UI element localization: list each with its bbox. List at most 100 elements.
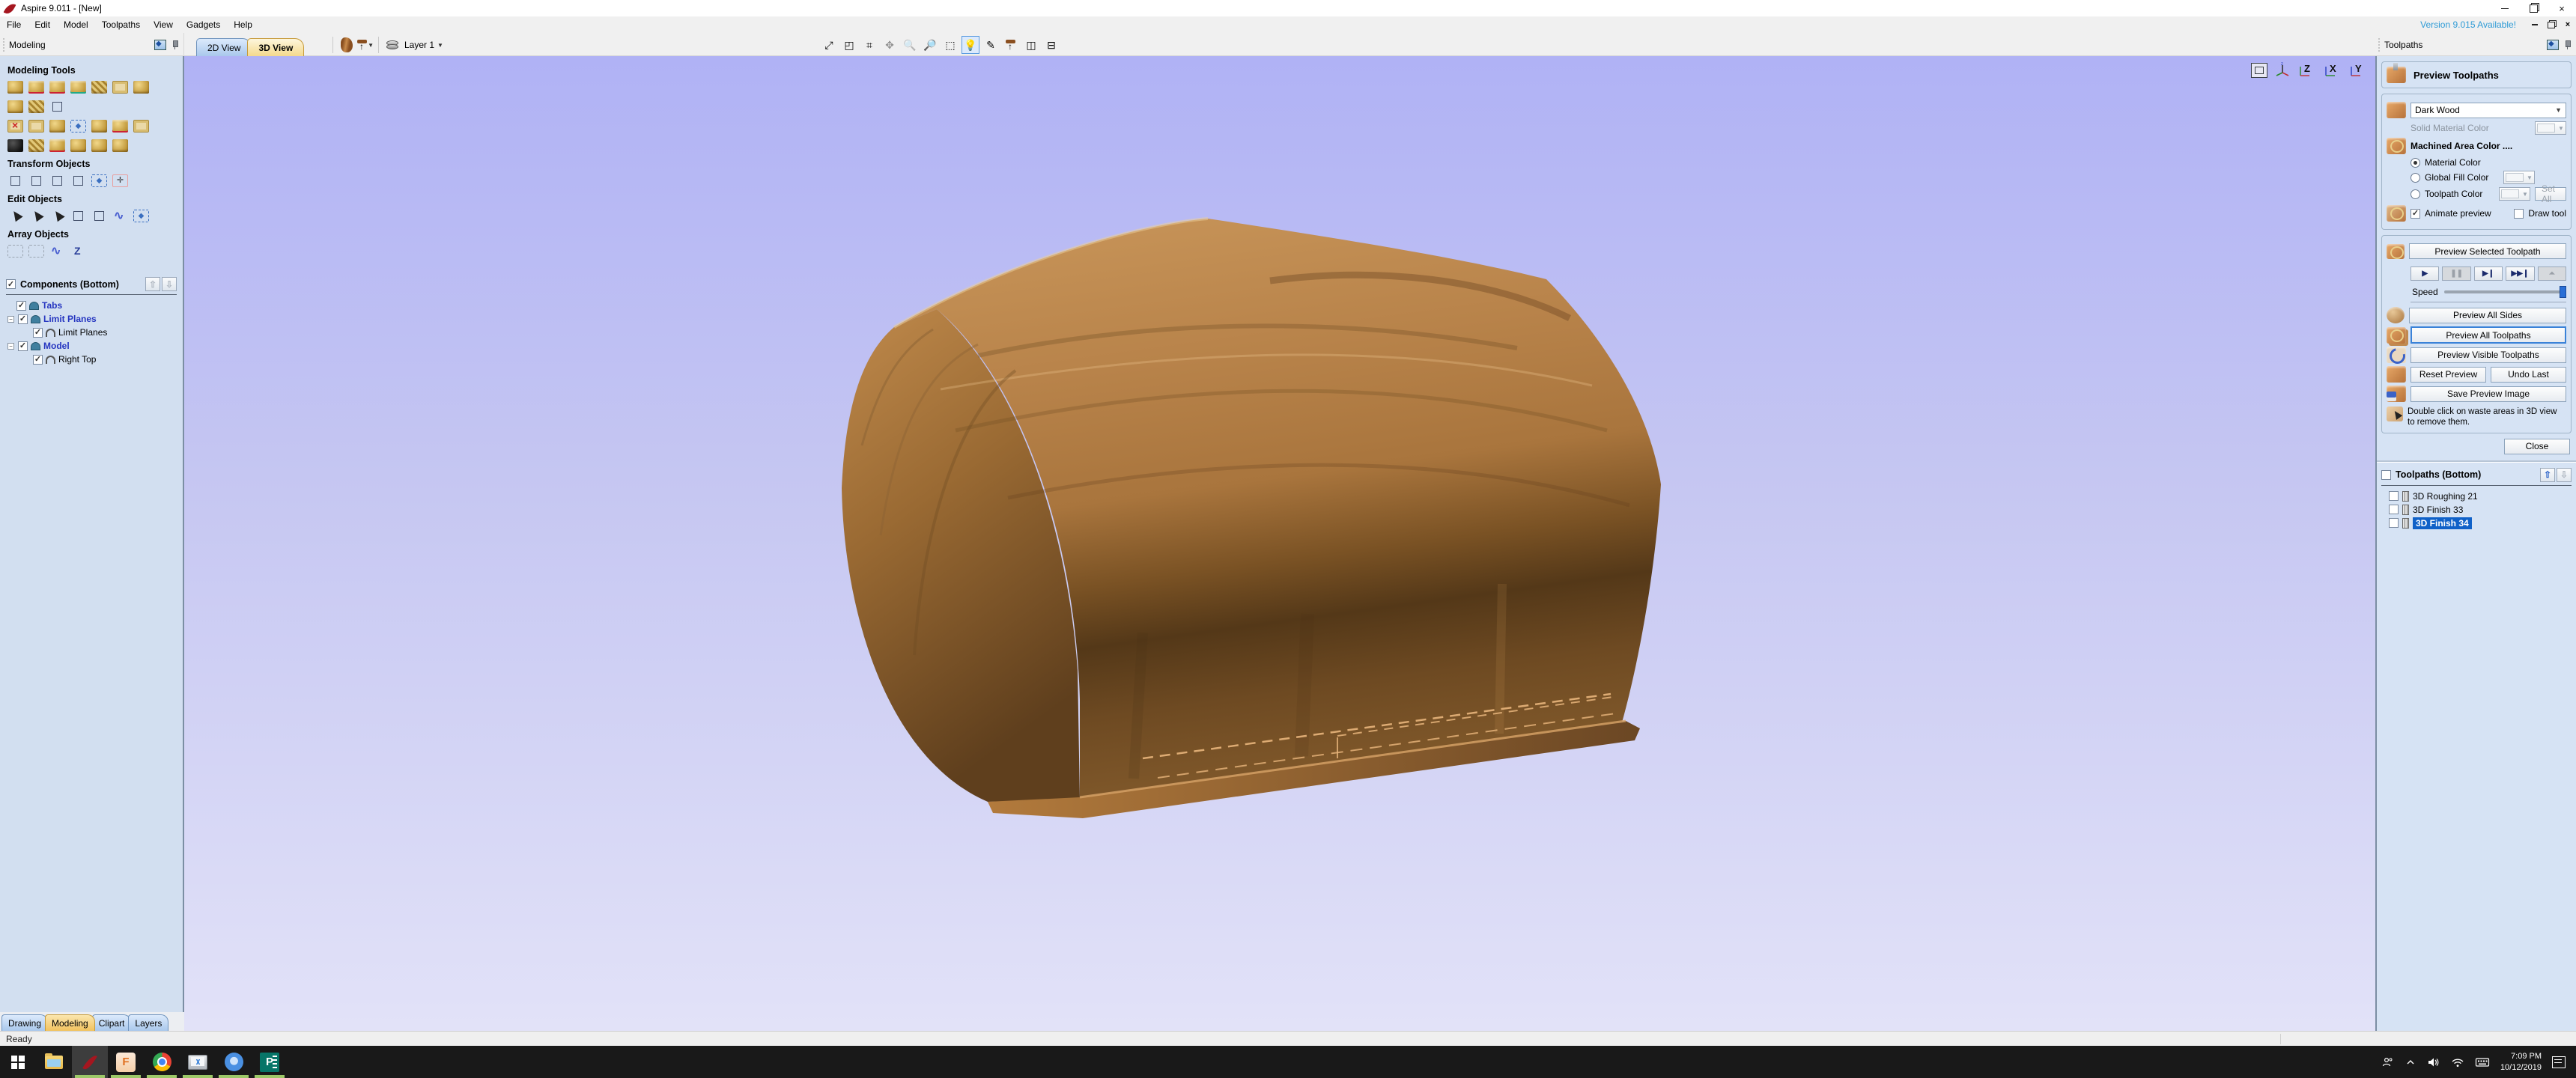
pan-view-icon[interactable]: ✥ <box>881 36 899 54</box>
mdi-close-button[interactable]: × <box>2560 18 2576 31</box>
run-to-top-icon[interactable]: ⏶ <box>2538 267 2566 281</box>
speed-slider[interactable] <box>2444 290 2566 293</box>
animate-preview-checkbox[interactable] <box>2411 209 2420 219</box>
two-rail-sweep-icon[interactable] <box>28 81 44 94</box>
mdi-restore-button[interactable] <box>2543 18 2560 31</box>
play-preview-icon[interactable]: ▶ <box>2411 267 2439 281</box>
tree-checkbox[interactable] <box>16 301 26 311</box>
preview-quality-icon[interactable]: ✎ <box>982 36 1000 54</box>
people-icon[interactable] <box>2381 1056 2394 1068</box>
smooth-plane-icon[interactable] <box>133 81 149 94</box>
rounded-dome-icon[interactable] <box>70 139 86 152</box>
tree-checkbox[interactable] <box>33 328 43 338</box>
show-hidden-icons-chevron[interactable] <box>2405 1056 2416 1068</box>
pin-panel-icon[interactable] <box>170 40 179 50</box>
material-color-radio[interactable] <box>2411 158 2420 168</box>
minimize-button[interactable] <box>2491 0 2519 16</box>
drive-rail-sweep-icon[interactable] <box>70 81 86 94</box>
material-grain-icon[interactable] <box>338 36 356 54</box>
preview-all-toolpaths-button[interactable]: Preview All Toolpaths <box>2411 326 2566 344</box>
sculpting-tool-icon[interactable] <box>7 139 23 152</box>
wood-model-3d[interactable] <box>184 56 2371 1015</box>
center-object-icon[interactable] <box>49 174 65 187</box>
close-panel-button[interactable]: Close <box>2504 439 2570 454</box>
tile-windows-horizontal-icon[interactable]: ⊟ <box>1042 36 1060 54</box>
auto-hide-panel-icon[interactable] <box>2547 40 2559 50</box>
preview-all-sides-button[interactable]: Preview All Sides <box>2409 308 2566 323</box>
sculpt-texture-icon[interactable] <box>91 81 107 94</box>
snap-grid-icon[interactable]: ⌗ <box>860 36 878 54</box>
taskbar-chromium[interactable] <box>216 1046 252 1078</box>
dock-grip[interactable] <box>2378 37 2381 52</box>
toggle-shading-icon[interactable]: 💡 <box>962 36 979 54</box>
tile-windows-vertical-icon[interactable]: ◫ <box>1022 36 1040 54</box>
layers-stack-icon[interactable] <box>383 36 401 54</box>
reset-preview-button[interactable]: Reset Preview <box>2411 367 2486 383</box>
dome-shape-icon[interactable] <box>7 81 23 94</box>
toolpath-move-up-button[interactable]: ⇧ <box>2540 468 2555 482</box>
toolpath-checkbox[interactable] <box>2389 491 2399 501</box>
action-center-icon[interactable] <box>2552 1056 2566 1068</box>
zoom-out-tool-icon[interactable]: 🔍 <box>901 36 919 54</box>
volume-icon[interactable] <box>2427 1056 2440 1068</box>
layer-selector[interactable]: Layer 1 <box>404 40 434 50</box>
toolpath-checkbox[interactable] <box>2389 505 2399 514</box>
tab-layers[interactable]: Layers <box>128 1014 168 1031</box>
decal-merge-icon[interactable] <box>28 100 44 113</box>
pause-preview-icon[interactable]: ❚❚ <box>2442 267 2470 281</box>
taskbar-clock[interactable]: 7:09 PM 10/12/2019 <box>2500 1051 2542 1073</box>
toolpaths-visibility-checkbox[interactable] <box>2381 470 2391 480</box>
vector-unwrap-icon[interactable] <box>49 100 65 113</box>
stacked-slices-icon[interactable] <box>112 139 128 152</box>
select-cursor-icon[interactable] <box>7 210 23 222</box>
speed-slider-handle[interactable] <box>2560 286 2566 298</box>
tree-checkbox[interactable] <box>33 355 43 365</box>
tree-item-tabs[interactable]: Tabs <box>6 299 177 312</box>
pin-panel-icon[interactable] <box>2563 40 2572 50</box>
toolpath-item-finish-33[interactable]: 3D Finish 33 <box>2381 503 2572 517</box>
taskbar-aspire[interactable] <box>72 1046 108 1078</box>
viewport-3d[interactable]: z Z X Y <box>184 56 2375 1031</box>
tab-clipart[interactable]: Clipart <box>92 1014 132 1031</box>
scale-model-height-icon[interactable] <box>91 139 107 152</box>
mdi-minimize-button[interactable] <box>2527 18 2543 31</box>
taskbar-file-explorer[interactable] <box>36 1046 72 1078</box>
toolpath-move-down-button[interactable]: ⇩ <box>2557 468 2572 482</box>
auto-hide-panel-icon[interactable] <box>154 40 166 50</box>
material-select[interactable]: Dark Wood▼ <box>2411 103 2566 118</box>
menu-view[interactable]: View <box>147 16 180 33</box>
tree-checkbox[interactable] <box>18 314 28 324</box>
move-object-icon[interactable] <box>7 174 23 187</box>
zoom-box-icon[interactable]: ⬚ <box>941 36 959 54</box>
align-center-icon[interactable] <box>112 174 128 187</box>
blend-shapes-icon[interactable] <box>112 120 128 133</box>
tab-modeling[interactable]: Modeling <box>45 1014 95 1031</box>
dock-grip[interactable] <box>2 37 5 52</box>
step-preview-icon[interactable]: ▶❙ <box>2474 267 2503 281</box>
save-preview-image-button[interactable]: Save Preview Image <box>2411 386 2566 402</box>
toolpath-color-dropdown[interactable]: ▼ <box>2499 187 2530 201</box>
ungroup-objects-icon[interactable] <box>91 210 107 222</box>
grid-array-icon[interactable] <box>7 245 23 258</box>
undo-last-button[interactable]: Undo Last <box>2491 367 2566 383</box>
extrude-along-curve-icon[interactable] <box>49 81 65 94</box>
global-fill-color-dropdown[interactable]: ▼ <box>2503 171 2535 184</box>
distort-object-icon[interactable] <box>91 174 107 187</box>
tab-3d-view[interactable]: 3D View <box>247 38 304 56</box>
measure-tool-icon[interactable] <box>112 210 128 222</box>
tab-2d-view[interactable]: 2D View <box>196 38 252 56</box>
dome-profile-icon[interactable] <box>49 139 65 152</box>
mirror-object-icon[interactable] <box>70 174 86 187</box>
transform-cursor-icon[interactable] <box>49 210 65 222</box>
close-button[interactable]: × <box>2548 0 2576 16</box>
keyboard-icon[interactable] <box>2475 1056 2490 1068</box>
taskbar-monitor-app[interactable] <box>180 1046 216 1078</box>
mirror-merge-icon[interactable] <box>70 120 86 133</box>
menu-file[interactable]: File <box>0 16 28 33</box>
wifi-icon[interactable] <box>2451 1056 2464 1068</box>
menu-model[interactable]: Model <box>57 16 95 33</box>
tree-checkbox[interactable] <box>18 341 28 351</box>
fillet-tool-icon[interactable] <box>133 210 149 222</box>
preview-selected-toolpath-button[interactable]: Preview Selected Toolpath <box>2409 243 2566 259</box>
menu-edit[interactable]: Edit <box>28 16 57 33</box>
